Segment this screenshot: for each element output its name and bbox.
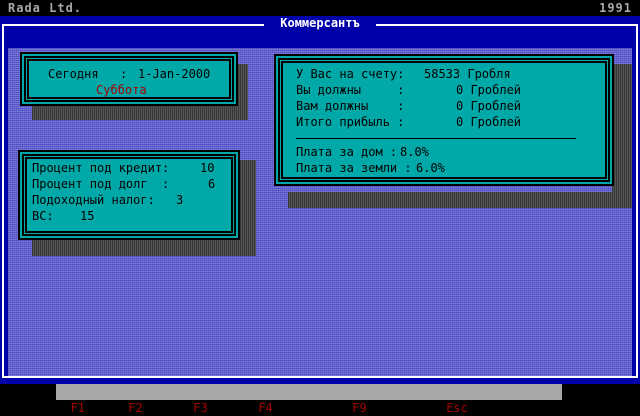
owed-to-you-label: Вам должны : (296, 99, 405, 113)
date-panel-shadow (32, 104, 248, 120)
vs-value: 15 (80, 209, 95, 223)
menu-bank-key: F1 (70, 401, 85, 415)
rates-panel: Процент под кредит: 10 Процент под долг … (18, 150, 240, 240)
menu-market-label: -Рынок (142, 401, 194, 415)
debt-rate-label: Процент под долг : (32, 177, 170, 191)
menu-household-key: F4 (258, 401, 273, 415)
date-separator: : (120, 67, 128, 81)
menu-secretary[interactable]: F9-Секретарь (352, 401, 446, 415)
credit-rate-value: 10 (200, 161, 215, 175)
year-label: 1991 (599, 1, 632, 15)
income-tax-value: 3 (176, 193, 184, 207)
balance-label: У Вас на счету: (296, 67, 405, 81)
house-fee-value: 8.0% (400, 145, 429, 159)
today-label: Сегодня (48, 67, 99, 81)
you-owe-value: 0 Гроблей (456, 83, 522, 97)
account-panel: У Вас на счету: 58533 Гробля Вы должны :… (274, 54, 614, 186)
debt-rate-value: 6 (208, 177, 216, 191)
balance-value: 58533 Гробля (424, 67, 511, 81)
current-date: 1-Jan-2000 (138, 67, 211, 81)
menu-bank-label: -Банк (84, 401, 129, 415)
function-key-bar: F1-Банк F2-Рынок F3-Биржа F4-Хозяйство F… (56, 384, 562, 415)
total-profit-value: 0 Гроблей (456, 115, 522, 129)
window-title: Коммерсантъ (264, 16, 376, 30)
credit-rate-label: Процент под кредит: (32, 161, 170, 175)
date-panel: Сегодня : 1-Jan-2000 Суббота (20, 52, 238, 106)
menu-secretary-key: F9 (352, 401, 367, 415)
income-tax-label: Подоходный налог: (32, 193, 155, 207)
menu-market[interactable]: F2-Рынок (128, 401, 193, 415)
menu-exchange-label: -Биржа (207, 401, 259, 415)
menu-exchange[interactable]: F3-Биржа (193, 401, 258, 415)
main-window: Коммерсантъ Сегодня : 1-Jan-2000 Суббота… (0, 16, 640, 384)
top-status-bar: Rada Ltd. 1991 (0, 0, 640, 16)
menu-market-key: F2 (128, 401, 143, 415)
desk-area: Сегодня : 1-Jan-2000 Суббота Процент под… (8, 48, 632, 376)
land-fee-label: Плата за земли : (296, 161, 412, 175)
menu-exchange-key: F3 (193, 401, 208, 415)
you-owe-label: Вы должны : (296, 83, 405, 97)
menu-exit-label: -Выход (467, 401, 512, 415)
company-name: Rada Ltd. (8, 1, 83, 15)
rates-panel-shadow-side (240, 160, 256, 256)
account-panel-shadow-side (612, 64, 632, 208)
weekday-label: Суббота (96, 83, 147, 97)
menu-household-label: -Хозяйство (272, 401, 353, 415)
menu-household[interactable]: F4-Хозяйство (258, 401, 352, 415)
land-fee-value: 6.0% (416, 161, 445, 175)
account-panel-shadow (288, 192, 632, 208)
account-divider (296, 138, 576, 139)
vs-label: ВС: (32, 209, 54, 223)
menu-exit[interactable]: Esc-Выход (446, 401, 511, 415)
menu-bank[interactable]: F1-Банк (70, 401, 128, 415)
menu-exit-key: Esc (446, 401, 468, 415)
house-fee-label: Плата за дом : (296, 145, 398, 159)
rates-panel-shadow (32, 240, 256, 256)
total-profit-label: Итого прибыль : (296, 115, 405, 129)
owed-to-you-value: 0 Гроблей (456, 99, 522, 113)
menu-secretary-label: -Секретарь (366, 401, 447, 415)
